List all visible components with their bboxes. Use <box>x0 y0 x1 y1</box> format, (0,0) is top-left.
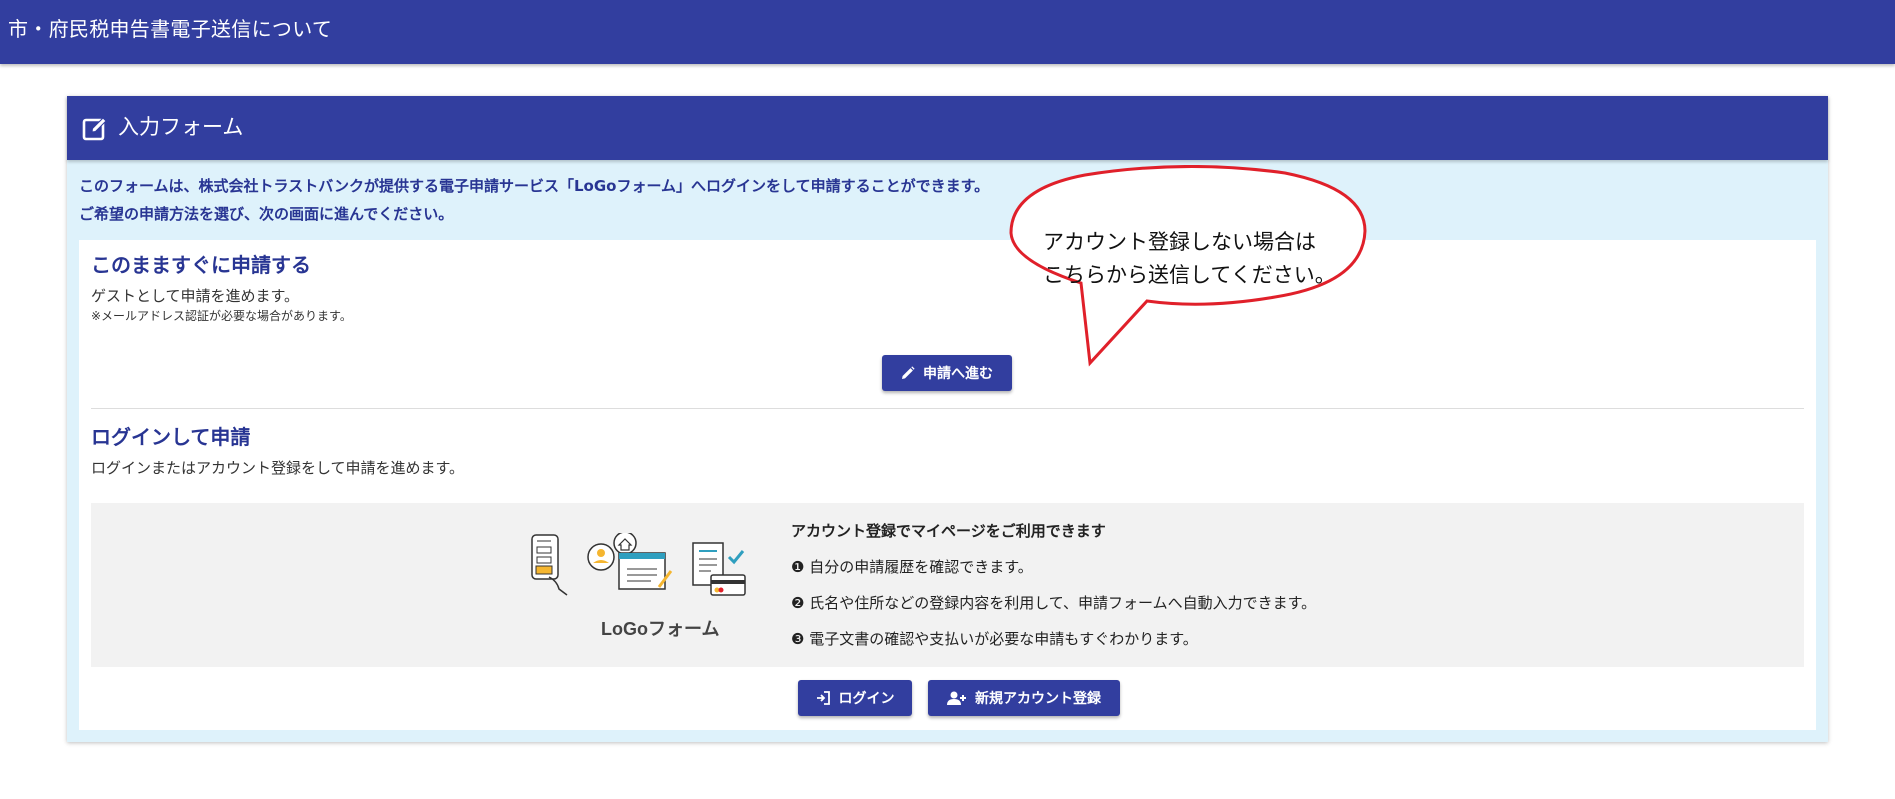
promo-item: ❶ 自分の申請履歴を確認できます。 <box>791 558 1033 576</box>
intro-line: このフォームは、株式会社トラストバンクが提供する電子申請サービス「LoGoフォー… <box>79 177 990 195</box>
guest-section-title: このまますぐに申請する <box>91 253 311 277</box>
proceed-application-button[interactable]: 申請へ進む <box>882 355 1012 391</box>
add-user-icon <box>947 691 966 705</box>
promo-item: ❷ 氏名や住所などの登録内容を利用して、申請フォームへ自動入力できます。 <box>791 594 1317 612</box>
callout-text: アカウント登録しない場合は こちらから送信してください。 <box>1043 226 1336 292</box>
pencil-icon <box>902 366 915 379</box>
top-bar: 市・府民税申告書電子送信について <box>0 0 1895 64</box>
login-section-title: ログインして申請 <box>91 425 251 449</box>
intro-text: このフォームは、株式会社トラストバンクが提供する電子申請サービス「LoGoフォー… <box>79 172 989 228</box>
login-button[interactable]: ログイン <box>798 680 912 716</box>
page-title: 市・府民税申告書電子送信について <box>8 17 333 41</box>
intro-line: ご希望の申請方法を選び、次の画面に進んでください。 <box>79 205 454 223</box>
card-title: 入力フォーム <box>118 115 244 139</box>
register-account-button[interactable]: 新規アカウント登録 <box>928 680 1120 716</box>
callout-line: こちらから送信してください。 <box>1043 263 1336 287</box>
logo-form-illustration: LoGoフォーム <box>531 533 746 639</box>
options-panel: このまますぐに申請する ゲストとして申請を進めます。 ※メールアドレス認証が必要… <box>79 240 1816 730</box>
login-button-label: ログイン <box>838 691 895 707</box>
promo-heading: アカウント登録でマイページをご利用できます <box>791 522 1106 540</box>
promo-item: ❸ 電子文書の確認や支払いが必要な申請もすぐわかります。 <box>791 630 1198 648</box>
input-form-card: 入力フォーム このフォームは、株式会社トラストバンクが提供する電子申請サービス「… <box>67 96 1828 742</box>
callout-line: アカウント登録しない場合は <box>1043 230 1316 254</box>
card-header: 入力フォーム <box>67 96 1828 160</box>
guest-section-note: ※メールアドレス認証が必要な場合があります。 <box>91 309 352 323</box>
section-divider <box>91 408 1804 409</box>
logoform-logo-text: LoGoフォーム <box>601 619 719 639</box>
guest-section-desc: ゲストとして申請を進めます。 <box>91 287 300 305</box>
edit-form-icon <box>82 117 107 141</box>
login-icon <box>816 691 830 705</box>
proceed-application-label: 申請へ進む <box>923 366 993 382</box>
mypage-promo-box: LoGoフォーム アカウント登録でマイページをご利用できます ❶ 自分の申請履歴… <box>91 503 1804 667</box>
login-section-desc: ログインまたはアカウント登録をして申請を進めます。 <box>91 459 465 477</box>
register-account-label: 新規アカウント登録 <box>975 691 1101 707</box>
